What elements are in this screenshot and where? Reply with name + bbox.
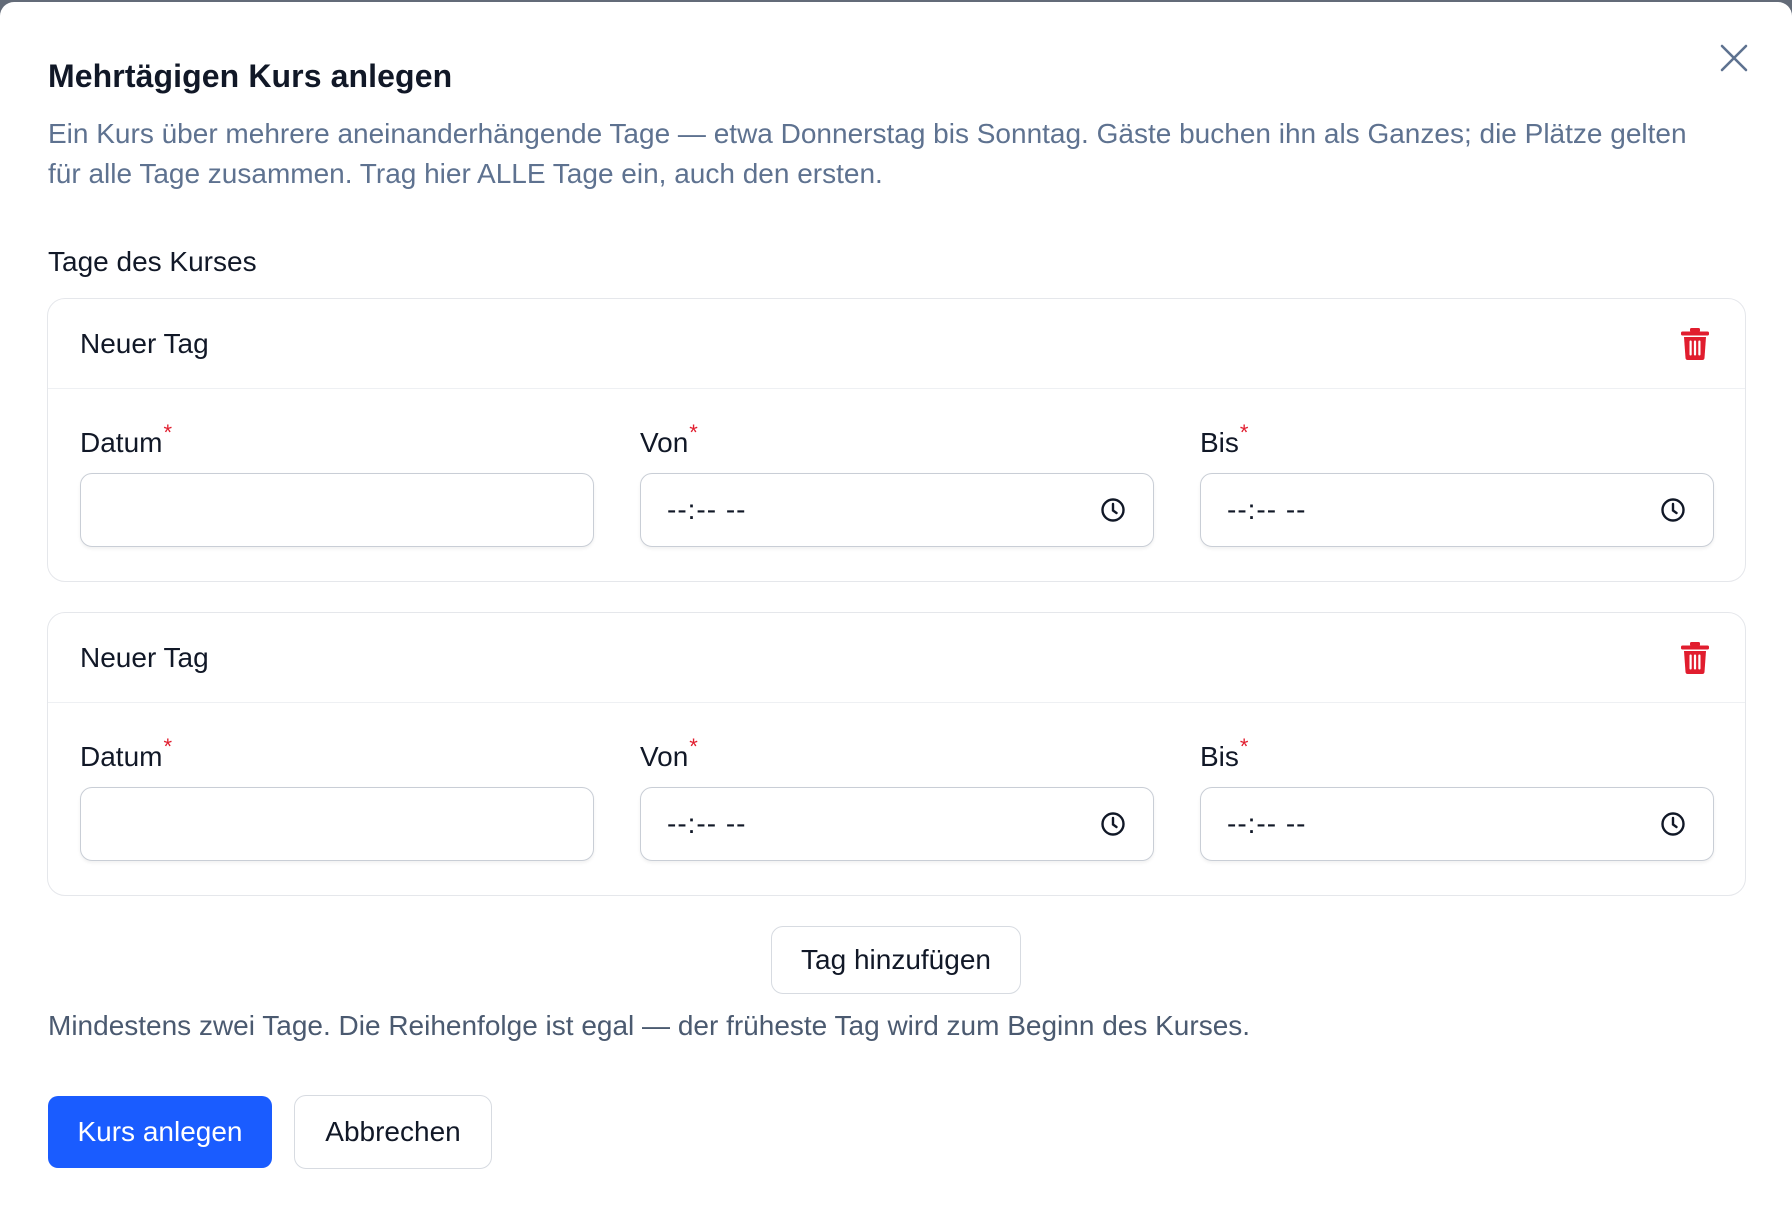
from-label: Von xyxy=(640,427,689,458)
from-time-value: --:-- -- xyxy=(667,494,747,525)
required-mark: * xyxy=(1239,420,1249,445)
close-icon xyxy=(1720,44,1748,72)
clock-icon[interactable] xyxy=(1099,496,1127,524)
trash-icon xyxy=(1681,327,1709,360)
day-card: Neuer Tag Datum* Von* --:-- -- Bis* --:-… xyxy=(47,298,1746,582)
date-input[interactable] xyxy=(80,787,594,861)
dialog-description: Ein Kurs über mehrere aneinanderhängende… xyxy=(48,118,1687,189)
date-label: Datum xyxy=(80,741,163,772)
delete-day-button[interactable] xyxy=(1675,324,1715,364)
day-card-header: Neuer Tag xyxy=(48,613,1745,703)
dialog-title: Mehrtägigen Kurs anlegen xyxy=(48,58,453,94)
from-time-value: --:-- -- xyxy=(667,808,747,839)
close-button[interactable] xyxy=(1716,40,1752,76)
day-title: Neuer Tag xyxy=(80,641,209,673)
trash-icon xyxy=(1681,641,1709,674)
delete-day-button[interactable] xyxy=(1675,638,1715,678)
from-label: Von xyxy=(640,741,689,772)
day-title: Neuer Tag xyxy=(80,327,209,359)
clock-icon[interactable] xyxy=(1659,810,1687,838)
date-label: Datum xyxy=(80,427,163,458)
from-time-input[interactable]: --:-- -- xyxy=(640,787,1154,861)
date-input[interactable] xyxy=(80,473,594,547)
clock-icon[interactable] xyxy=(1659,496,1687,524)
cancel-button[interactable]: Abbrechen xyxy=(294,1095,492,1169)
to-time-value: --:-- -- xyxy=(1227,808,1307,839)
to-time-value: --:-- -- xyxy=(1227,494,1307,525)
required-mark: * xyxy=(689,420,698,445)
days-section-label: Tage des Kurses xyxy=(48,246,257,277)
add-day-button[interactable]: Tag hinzufügen xyxy=(771,926,1021,994)
required-mark: * xyxy=(689,734,698,759)
from-time-input[interactable]: --:-- -- xyxy=(640,473,1154,547)
day-card: Neuer Tag Datum* Von* --:-- -- Bis* --:-… xyxy=(47,612,1746,896)
clock-icon[interactable] xyxy=(1099,810,1127,838)
to-label: Bis xyxy=(1200,741,1239,772)
create-multiday-course-dialog: Mehrtägigen Kurs anlegen Ein Kurs über m… xyxy=(0,2,1792,1214)
required-mark: * xyxy=(1239,734,1249,759)
to-time-input[interactable]: --:-- -- xyxy=(1200,787,1714,861)
day-card-header: Neuer Tag xyxy=(48,299,1745,389)
to-label: Bis xyxy=(1200,427,1239,458)
create-course-button[interactable]: Kurs anlegen xyxy=(48,1096,272,1168)
required-mark: * xyxy=(163,734,173,759)
to-time-input[interactable]: --:-- -- xyxy=(1200,473,1714,547)
required-mark: * xyxy=(163,420,173,445)
days-hint: Mindestens zwei Tage. Die Reihenfolge is… xyxy=(48,1010,1251,1041)
